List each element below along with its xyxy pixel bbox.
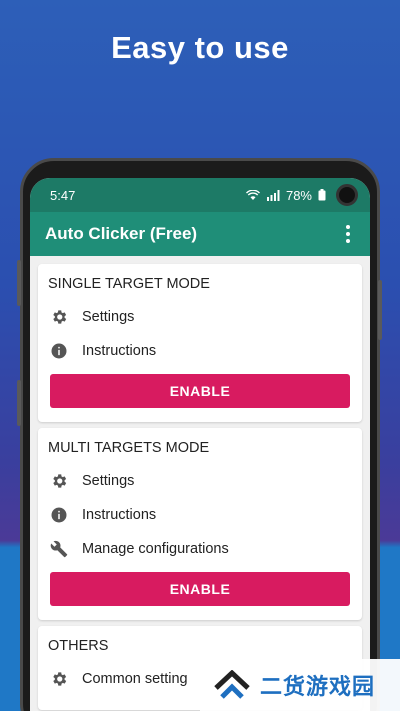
gear-icon [48,668,70,690]
multi-settings-row[interactable]: Settings [48,464,352,498]
signal-icon [266,189,280,201]
row-label: Settings [82,309,135,325]
multi-enable-button[interactable]: ENABLE [50,572,350,606]
gear-icon [48,306,70,328]
phone-side-button [17,260,21,306]
phone-side-button [378,280,382,340]
overflow-menu-icon[interactable] [340,225,356,243]
watermark-text: 二货游戏园 [260,674,376,699]
row-label: Common setting [82,671,188,687]
single-enable-button[interactable]: ENABLE [50,374,350,408]
phone-side-button [17,380,21,426]
app-title: Auto Clicker (Free) [45,224,198,243]
status-bar: 5:47 78% [30,178,370,212]
multi-targets-card: MULTI TARGETS MODE Settings Instructions… [38,428,362,620]
single-settings-row[interactable]: Settings [48,300,352,334]
info-icon [48,504,70,526]
phone-screen: 5:47 78% Auto Clicker (Free) SINGLE TARG… [30,178,370,711]
multi-instructions-row[interactable]: Instructions [48,498,352,532]
wifi-icon [245,189,260,200]
watermark: 二货游戏园 [200,659,400,711]
app-bar: Auto Clicker (Free) [30,212,370,256]
front-camera [336,184,358,206]
manage-configurations-row[interactable]: Manage configurations [48,532,352,566]
status-time: 5:47 [50,187,76,203]
single-instructions-row[interactable]: Instructions [48,334,352,368]
single-target-card: SINGLE TARGET MODE Settings Instructions… [38,264,362,422]
card-title: MULTI TARGETS MODE [48,440,210,456]
watermark-logo-icon [214,670,250,699]
promo-headline: Easy to use [111,30,289,65]
row-label: Manage configurations [82,541,229,557]
status-icons: 78% [245,184,358,206]
row-label: Instructions [82,343,157,359]
gear-icon [48,470,70,492]
main-content: SINGLE TARGET MODE Settings Instructions… [30,256,370,710]
row-label: Instructions [82,507,157,523]
battery-percent: 78% [285,187,312,203]
battery-icon [318,189,326,201]
card-title: SINGLE TARGET MODE [48,276,210,292]
card-title: OTHERS [48,638,109,654]
row-label: Settings [82,473,135,489]
info-icon [48,340,70,362]
wrench-icon [48,538,70,560]
